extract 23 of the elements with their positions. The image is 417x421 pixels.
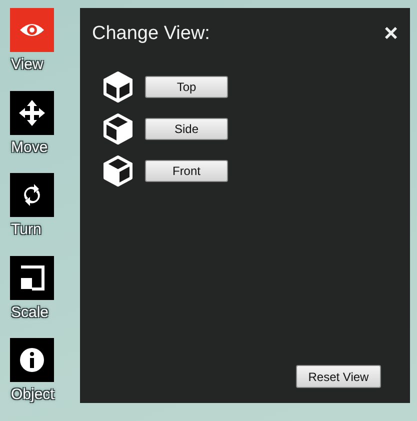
panel-title: Change View: xyxy=(92,23,210,45)
tool-label: Turn xyxy=(11,221,42,238)
tool-label: Move xyxy=(11,138,48,156)
move-arrows-icon xyxy=(19,100,45,126)
tool-button[interactable] xyxy=(10,90,54,135)
eye-icon xyxy=(19,21,45,39)
tool-label: View xyxy=(11,56,44,73)
cube-icon xyxy=(103,70,133,102)
rotate-icon xyxy=(22,183,42,208)
info-icon xyxy=(20,348,44,372)
view-button[interactable]: Side xyxy=(145,118,228,140)
cube-icon xyxy=(103,112,133,144)
tool-button[interactable] xyxy=(10,338,54,382)
tool-label: Object xyxy=(11,386,54,404)
close-button[interactable]: × xyxy=(380,22,402,46)
cube-icon xyxy=(103,154,133,186)
view-button[interactable]: Top xyxy=(145,76,228,98)
scale-icon xyxy=(19,264,45,291)
tool-button[interactable] xyxy=(10,256,54,300)
tool-label: Scale xyxy=(11,304,49,321)
tool-button[interactable] xyxy=(10,173,54,218)
view-button[interactable]: Front xyxy=(145,160,228,182)
reset-view-button[interactable]: Reset View xyxy=(296,365,381,388)
